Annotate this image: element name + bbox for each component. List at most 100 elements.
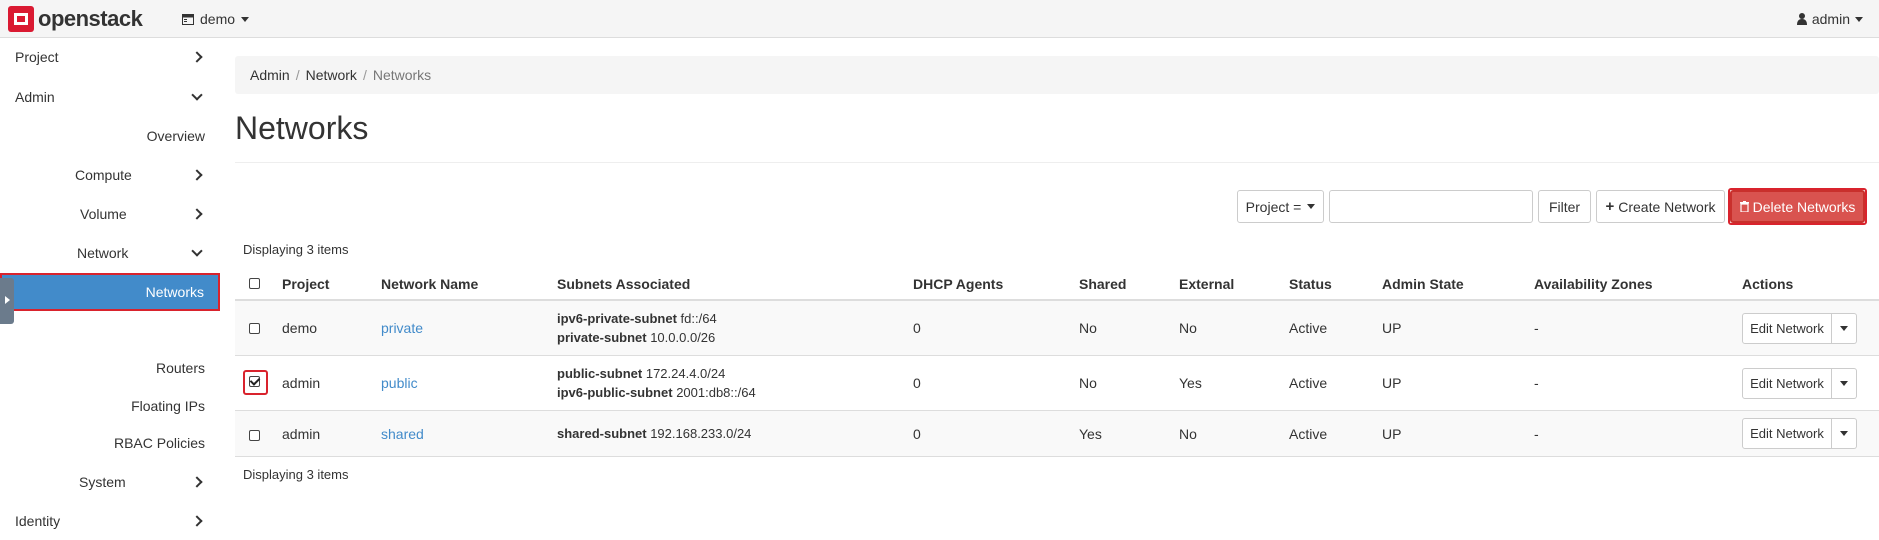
select-all-checkbox[interactable] [249, 278, 260, 289]
cell-shared: No [1079, 320, 1097, 336]
filter-button[interactable]: Filter [1538, 190, 1591, 223]
sidebar-item-label: Routers [155, 360, 205, 376]
breadcrumb: Admin / Network / Networks [235, 56, 1879, 94]
cell-status: Active [1289, 375, 1328, 391]
column-header-dhcp-agents[interactable]: DHCP Agents [913, 276, 1003, 292]
cell-shared: Yes [1079, 426, 1102, 442]
row-actions-dropdown[interactable] [1832, 313, 1857, 344]
edit-network-button[interactable]: Edit Network [1742, 418, 1832, 449]
delete-highlight-outline [1728, 188, 1867, 225]
row-actions-dropdown[interactable] [1832, 368, 1857, 399]
sidebar-item-volume[interactable]: Volume [80, 195, 215, 233]
cell-status: Active [1289, 320, 1328, 336]
cell-subnets: public-subnet 172.24.4.0/24 ipv6-public-… [557, 364, 756, 402]
chevron-right-icon [191, 51, 203, 63]
subnet-name: public-subnet [557, 366, 643, 381]
column-header-subnets[interactable]: Subnets Associated [557, 276, 690, 292]
sidebar: Project Admin Overview Compute Volume Ne… [0, 38, 215, 529]
cell-dhcp-agents: 0 [913, 375, 921, 391]
sidebar-item-routers[interactable]: Routers [0, 349, 205, 387]
filter-input[interactable] [1329, 190, 1533, 223]
filter-field-label: Project = [1245, 198, 1302, 215]
column-header-external[interactable]: External [1179, 276, 1234, 292]
page-title: Networks [235, 110, 369, 146]
cell-dhcp-agents: 0 [913, 426, 921, 442]
sidebar-item-project[interactable]: Project [15, 38, 215, 76]
sidebar-item-label: Network [77, 245, 129, 261]
cell-availability-zones: - [1534, 320, 1539, 336]
top-navbar: openstack demo admin [0, 0, 1879, 38]
column-header-project[interactable]: Project [282, 276, 329, 292]
create-network-button[interactable]: + Create Network [1596, 190, 1725, 223]
filter-field-dropdown[interactable]: Project = [1237, 190, 1324, 223]
cell-external: Yes [1179, 375, 1202, 391]
sidebar-item-compute[interactable]: Compute [75, 156, 215, 194]
cell-shared: No [1079, 375, 1097, 391]
network-name-link[interactable]: private [381, 320, 423, 336]
cell-project: demo [282, 320, 318, 336]
cell-external: No [1179, 320, 1197, 336]
subnet-cidr: 10.0.0.0/26 [650, 330, 716, 345]
user-menu[interactable]: admin [1796, 11, 1863, 27]
row-checkbox[interactable] [249, 430, 260, 441]
cell-admin-state: UP [1382, 426, 1402, 442]
sidebar-item-label: RBAC Policies [113, 435, 205, 451]
sidebar-item-overview[interactable]: Overview [0, 117, 205, 155]
sidebar-item-label: Compute [75, 167, 132, 183]
chevron-right-icon [191, 208, 203, 220]
sidebar-item-networks[interactable]: Networks [0, 273, 220, 311]
row-actions: Edit Network [1742, 418, 1857, 449]
caret-down-icon [1307, 204, 1316, 209]
row-checkbox[interactable] [249, 376, 260, 387]
title-divider [235, 162, 1879, 163]
sidebar-item-network[interactable]: Network [77, 234, 215, 272]
project-selector[interactable]: demo [182, 11, 250, 27]
sidebar-item-floating-ips[interactable]: Floating IPs [0, 387, 205, 425]
edit-network-button[interactable]: Edit Network [1742, 313, 1832, 344]
chevron-down-icon [191, 89, 203, 101]
cell-project: admin [282, 375, 321, 391]
subnet-cidr: 192.168.233.0/24 [650, 426, 752, 441]
sidebar-item-identity[interactable]: Identity [15, 502, 215, 540]
sidebar-item-system[interactable]: System [79, 463, 215, 501]
filter-button-label: Filter [1548, 198, 1581, 215]
column-header-actions: Actions [1742, 276, 1794, 292]
breadcrumb-network[interactable]: Network [306, 67, 357, 83]
sidebar-item-label: Networks [145, 284, 204, 300]
openstack-logo-icon [8, 6, 34, 32]
cell-project: admin [282, 426, 321, 442]
subnet-cidr: 2001:db8::/64 [676, 385, 756, 400]
sidebar-toggle-handle[interactable] [0, 278, 14, 324]
row-actions-dropdown[interactable] [1832, 418, 1857, 449]
breadcrumb-admin[interactable]: Admin [250, 67, 290, 83]
column-header-availability-zones[interactable]: Availability Zones [1534, 276, 1653, 292]
network-name-link[interactable]: shared [381, 426, 424, 442]
cell-availability-zones: - [1534, 375, 1539, 391]
sidebar-item-admin[interactable]: Admin [15, 78, 215, 116]
chevron-right-icon [191, 169, 203, 181]
caret-down-icon [1840, 431, 1848, 436]
chevron-down-icon [191, 245, 203, 257]
logo-text: openstack [38, 6, 143, 31]
subnet-name: ipv6-public-subnet [557, 385, 673, 400]
project-box-icon [182, 13, 194, 25]
network-name-link[interactable]: public [381, 375, 418, 391]
column-header-shared[interactable]: Shared [1079, 276, 1126, 292]
column-header-status[interactable]: Status [1289, 276, 1332, 292]
row-checkbox[interactable] [249, 323, 260, 334]
edit-network-button[interactable]: Edit Network [1742, 368, 1832, 399]
subnet-cidr: 172.24.4.0/24 [645, 366, 726, 381]
openstack-logo[interactable]: openstack [8, 5, 143, 33]
caret-down-icon [1840, 326, 1848, 331]
sidebar-item-label: Floating IPs [131, 398, 205, 414]
column-header-network-name[interactable]: Network Name [381, 276, 478, 292]
sidebar-item-label: System [79, 474, 126, 490]
subnet-cidr: fd::/64 [680, 311, 717, 326]
chevron-right-icon [191, 476, 203, 488]
user-icon [1796, 13, 1807, 25]
items-count-top: Displaying 3 items [243, 242, 349, 257]
sidebar-item-rbac-policies[interactable]: RBAC Policies [0, 424, 205, 462]
subnet-name: shared-subnet [557, 426, 647, 441]
project-selector-label: demo [200, 11, 236, 27]
column-header-admin-state[interactable]: Admin State [1382, 276, 1464, 292]
